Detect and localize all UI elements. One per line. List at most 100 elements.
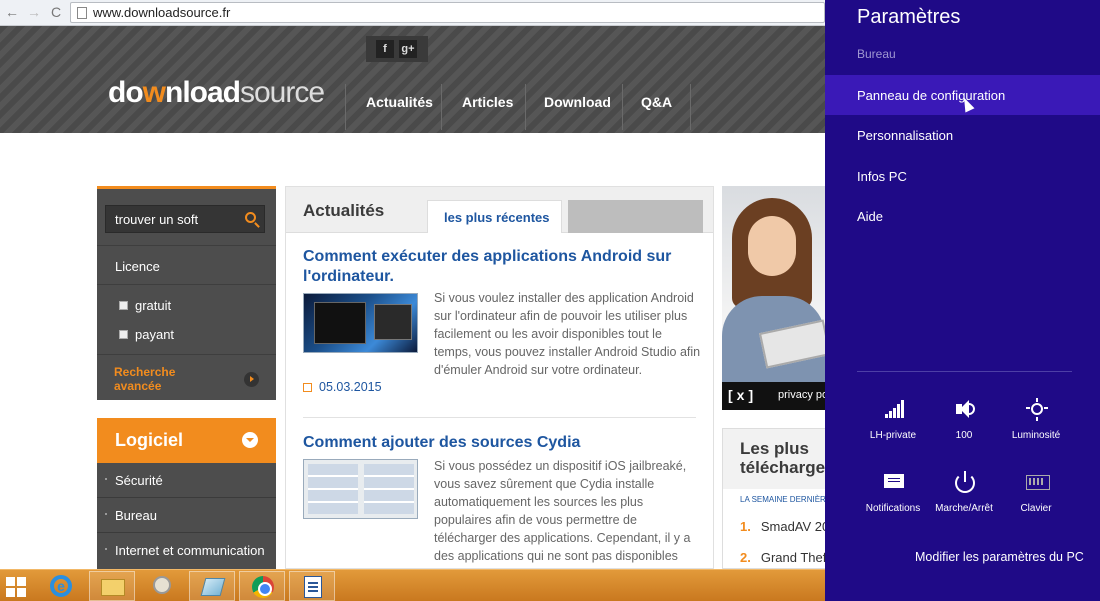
tile-brightness[interactable]: Luminosité (996, 398, 1076, 456)
charm-item-personalization[interactable]: Personnalisation (825, 115, 1100, 155)
news-panel: Actualités les plus récentes Comment exé… (285, 186, 714, 569)
nav-item-download[interactable]: Download (544, 94, 611, 110)
top-downloads-period: LA SEMAINE DERNIÈRE (740, 495, 825, 504)
facebook-icon[interactable]: f (376, 40, 394, 58)
speaker-icon (954, 398, 976, 420)
category-label: Bureau (115, 508, 157, 523)
tile-power[interactable]: Marche/Arrêt (924, 471, 1004, 529)
checkbox-gratuit[interactable] (119, 301, 128, 310)
site-logo[interactable]: downloadsource (108, 76, 325, 110)
tile-volume[interactable]: 100 (924, 398, 1004, 456)
search-icon[interactable] (245, 212, 256, 223)
article-title-link[interactable]: Comment exécuter des applications Androi… (303, 247, 671, 287)
social-links: f g+ (366, 36, 428, 62)
charm-item-pc-info[interactable]: Infos PC (825, 156, 1100, 196)
category-item[interactable]: Sécurité (97, 463, 276, 498)
tile-label: Marche/Arrêt (935, 503, 993, 514)
category-label: Sécurité (115, 473, 163, 488)
wordpad-icon (304, 576, 322, 598)
chevron-right-icon[interactable] (244, 372, 259, 387)
bullet-icon (105, 478, 107, 480)
category-list: Sécurité Bureau Internet et communicatio… (97, 463, 276, 569)
bullet-icon (105, 548, 107, 550)
charm-item-control-panel[interactable]: Panneau de configuration (825, 75, 1100, 115)
taskbar-app-wordpad[interactable] (289, 571, 335, 601)
signal-bars-icon (883, 398, 905, 420)
google-plus-icon[interactable]: g+ (399, 40, 417, 58)
charm-context: Bureau (857, 47, 896, 61)
category-item[interactable]: Internet et communication (97, 533, 276, 568)
site-header: f g+ downloadsource Actualités Articles … (0, 26, 825, 133)
ad-mark: [x] (728, 387, 758, 403)
tile-label: LH-private (869, 430, 917, 441)
tile-keyboard[interactable]: Clavier (996, 471, 1076, 529)
nav-item-actualites[interactable]: Actualités (366, 94, 433, 110)
nav-separator (622, 84, 623, 130)
tab-inactive[interactable] (568, 200, 703, 233)
paint-icon (153, 576, 171, 594)
article-thumbnail[interactable] (303, 459, 418, 519)
top-downloads-header: Les plus télécharge (723, 429, 825, 489)
article-thumbnail[interactable] (303, 293, 418, 353)
folder-icon (101, 579, 125, 596)
bullet-icon (105, 513, 107, 515)
power-icon (954, 471, 976, 493)
browser-toolbar: ← → C www.downloadsource.fr (0, 0, 825, 26)
brightness-icon (1026, 398, 1048, 421)
keyboard-icon (1026, 471, 1050, 493)
list-item[interactable]: 1. SmadAV 20 (740, 519, 825, 534)
snipping-tool-icon (200, 578, 226, 596)
forward-button[interactable]: → (26, 4, 42, 20)
taskbar-app-chrome[interactable] (239, 571, 285, 601)
news-header: Actualités les plus récentes (286, 187, 713, 233)
article-excerpt: Si vous possédez un dispositif iOS jailb… (434, 459, 691, 563)
taskbar: e (0, 569, 825, 601)
list-item[interactable]: 2. Grand Thef (740, 550, 825, 565)
category-item[interactable]: Bureau (97, 498, 276, 533)
internet-explorer-icon: e (50, 575, 72, 597)
checkbox-payant[interactable] (119, 330, 128, 339)
privacy-link[interactable]: privacy po (778, 389, 825, 401)
change-pc-settings-link[interactable]: Modifier les paramètres du PC (915, 550, 1084, 564)
taskbar-app-ie[interactable]: e (38, 571, 84, 601)
tile-network[interactable]: LH-private (853, 398, 933, 456)
news-title: Actualités (303, 201, 385, 220)
licence-label: Licence (115, 259, 160, 274)
tile-label: 100 (955, 430, 973, 441)
address-bar[interactable]: www.downloadsource.fr (70, 2, 825, 23)
top-downloads-title: Les plus (740, 439, 809, 458)
nav-item-articles[interactable]: Articles (462, 94, 513, 110)
top-downloads-panel: Les plus télécharge LA SEMAINE DERNIÈRE … (722, 428, 825, 569)
nav-separator (525, 84, 526, 130)
address-url: www.downloadsource.fr (93, 5, 231, 20)
option-gratuit-label[interactable]: gratuit (135, 298, 171, 313)
reload-button[interactable]: C (48, 4, 64, 20)
divider (97, 284, 276, 285)
tab-most-recent[interactable]: les plus récentes (427, 200, 562, 233)
nav-item-qa[interactable]: Q&A (641, 94, 672, 110)
banner-image (748, 216, 796, 276)
tile-label: Notifications (865, 503, 921, 514)
taskbar-app-paint[interactable] (139, 571, 185, 601)
nav-separator (690, 84, 691, 130)
back-button[interactable]: ← (4, 4, 20, 20)
taskbar-app-snipping[interactable] (189, 571, 235, 601)
tile-label: Clavier (1020, 503, 1052, 514)
article-title-link[interactable]: Comment ajouter des sources Cydia (303, 433, 580, 453)
notifications-icon (883, 471, 905, 493)
divider (303, 417, 696, 418)
windows-icon (6, 577, 26, 597)
charm-title: Paramètres (857, 6, 961, 28)
article-date: 05.03.2015 (303, 380, 382, 394)
option-payant-label[interactable]: payant (135, 327, 174, 342)
calendar-icon (303, 383, 312, 392)
category-header[interactable]: Logiciel (97, 418, 276, 463)
tile-notifications[interactable]: Notifications (853, 471, 933, 529)
top-downloads-title: télécharge (740, 458, 825, 477)
search-input[interactable]: trouver un soft (105, 205, 265, 233)
advanced-search-link[interactable]: Recherche avancée (114, 365, 175, 393)
taskbar-app-explorer[interactable] (89, 571, 135, 601)
charm-item-help[interactable]: Aide (825, 196, 1100, 236)
chevron-down-icon[interactable] (242, 432, 258, 448)
advert-banner[interactable]: [x] privacy po (722, 186, 825, 410)
